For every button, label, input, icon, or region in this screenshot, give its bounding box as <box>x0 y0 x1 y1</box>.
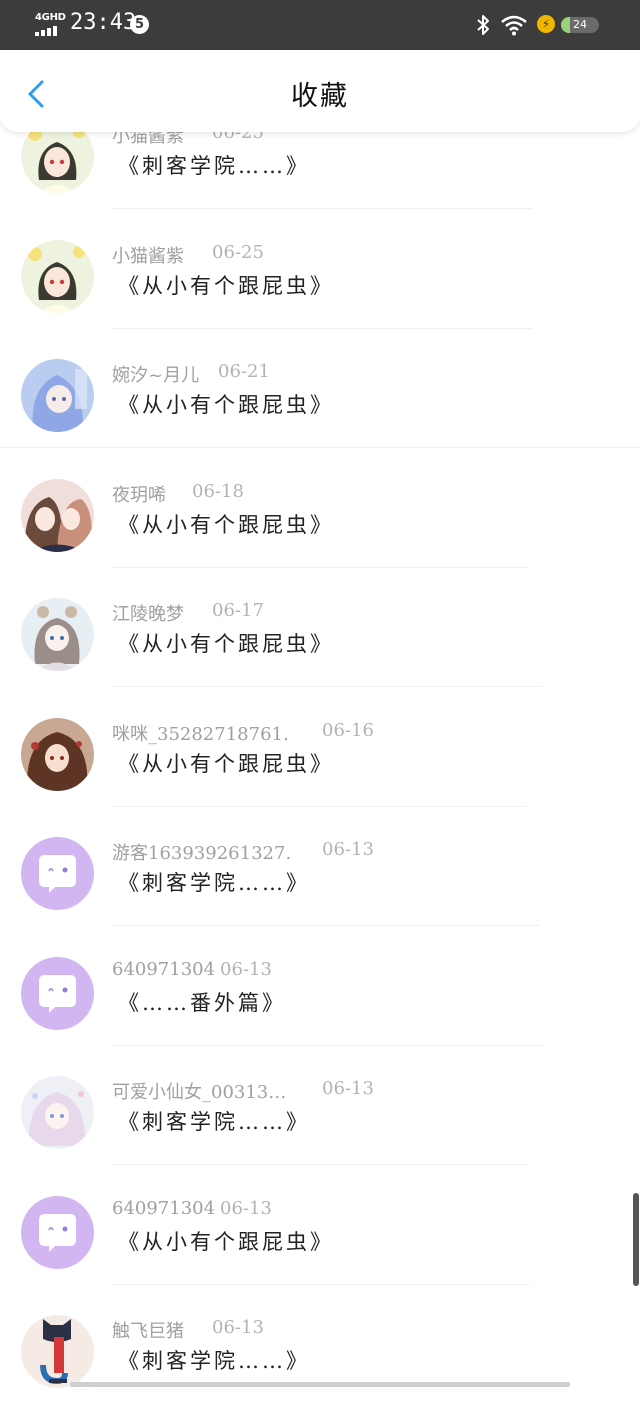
username: 咪咪_35282718761… <box>112 724 290 745</box>
post-date: 06-25 <box>212 242 264 263</box>
list-item[interactable]: 640971304 06-13 《……番外篇》 <box>0 925 640 1046</box>
network-type: 4GHD <box>35 12 66 23</box>
avatar <box>21 1076 94 1149</box>
battery-level: 24 <box>573 18 587 31</box>
avatar <box>21 718 94 791</box>
notification-count-badge: 5 <box>130 15 149 34</box>
avatar <box>21 598 94 671</box>
avatar <box>21 837 94 910</box>
list-item[interactable]: 咪咪_35282718761… 06-16 《从小有个跟屁虫》 <box>0 686 640 807</box>
username: 夜玥唏 <box>112 485 166 506</box>
chat-bubble-icon <box>39 855 76 893</box>
chat-bubble-icon <box>39 1214 76 1252</box>
avatar <box>21 359 94 432</box>
username: 640971304 <box>112 1198 216 1219</box>
avatar <box>21 479 94 552</box>
chat-bubble-icon <box>39 975 76 1013</box>
list-item[interactable]: 江陵晚梦 06-17 《从小有个跟屁虫》 <box>0 566 640 687</box>
username: 可爱小仙女_00313… <box>112 1082 287 1103</box>
list-item[interactable]: 夜玥唏 06-18 《从小有个跟屁虫》 <box>0 447 640 568</box>
book-title: 《刺客学院……》 <box>118 1349 310 1373</box>
post-date: 06-13 <box>322 1078 374 1099</box>
wifi-icon <box>501 15 527 36</box>
post-date: 06-13 <box>220 959 272 980</box>
post-date: 06-18 <box>192 481 244 502</box>
list-item[interactable]: 小猫酱紫 06-25 《从小有个跟屁虫》 <box>0 208 640 329</box>
avatar <box>21 957 94 1030</box>
post-date: 06-16 <box>322 720 374 741</box>
book-title: 《刺客学院……》 <box>118 871 310 895</box>
username: 触飞巨猪 <box>112 1321 184 1342</box>
book-title: 《从小有个跟屁虫》 <box>118 274 334 298</box>
username: 游客163939261327… <box>112 843 290 864</box>
bluetooth-icon <box>477 15 489 35</box>
avatar <box>21 1196 94 1269</box>
book-title: 《刺客学院……》 <box>118 1110 310 1134</box>
book-title: 《从小有个跟屁虫》 <box>118 393 334 417</box>
list-item[interactable]: 游客163939261327… 06-13 《刺客学院……》 <box>0 805 640 926</box>
charging-icon: ⚡ <box>537 15 555 33</box>
scrollbar[interactable] <box>633 1193 639 1286</box>
status-bar: 4GHD 23:43 5 ⚡ 24 <box>0 0 640 50</box>
avatar <box>21 1315 94 1388</box>
clock: 23:43 <box>70 10 137 35</box>
nav-bar: 收藏 <box>0 50 640 132</box>
post-date: 06-13 <box>220 1198 272 1219</box>
username: 小猫酱紫 <box>112 246 184 267</box>
list-item[interactable]: 可爱小仙女_00313… 06-13 《刺客学院……》 <box>0 1044 640 1165</box>
cellular-signal-icon: 4GHD <box>35 12 66 36</box>
username: 婉汐~月儿 <box>112 365 200 386</box>
battery-icon: 24 <box>561 17 599 33</box>
username: 640971304 <box>112 959 216 980</box>
book-title: 《从小有个跟屁虫》 <box>118 513 334 537</box>
list-item[interactable]: 婉汐~月儿 06-21 《从小有个跟屁虫》 <box>0 327 640 448</box>
book-title: 《从小有个跟屁虫》 <box>118 632 334 656</box>
avatar <box>21 240 94 313</box>
book-title: 《从小有个跟屁虫》 <box>118 752 334 776</box>
home-indicator[interactable] <box>70 1382 570 1387</box>
list-item[interactable]: 640971304 06-13 《从小有个跟屁虫》 <box>0 1164 640 1285</box>
post-date: 06-13 <box>322 839 374 860</box>
page-title: 收藏 <box>291 81 349 112</box>
post-date: 06-13 <box>212 1317 264 1338</box>
post-date: 06-21 <box>218 361 270 382</box>
username: 江陵晚梦 <box>112 604 184 625</box>
book-title: 《刺客学院……》 <box>118 154 310 178</box>
book-title: 《从小有个跟屁虫》 <box>118 1230 334 1254</box>
book-title: 《……番外篇》 <box>118 991 286 1015</box>
post-date: 06-17 <box>212 600 264 621</box>
